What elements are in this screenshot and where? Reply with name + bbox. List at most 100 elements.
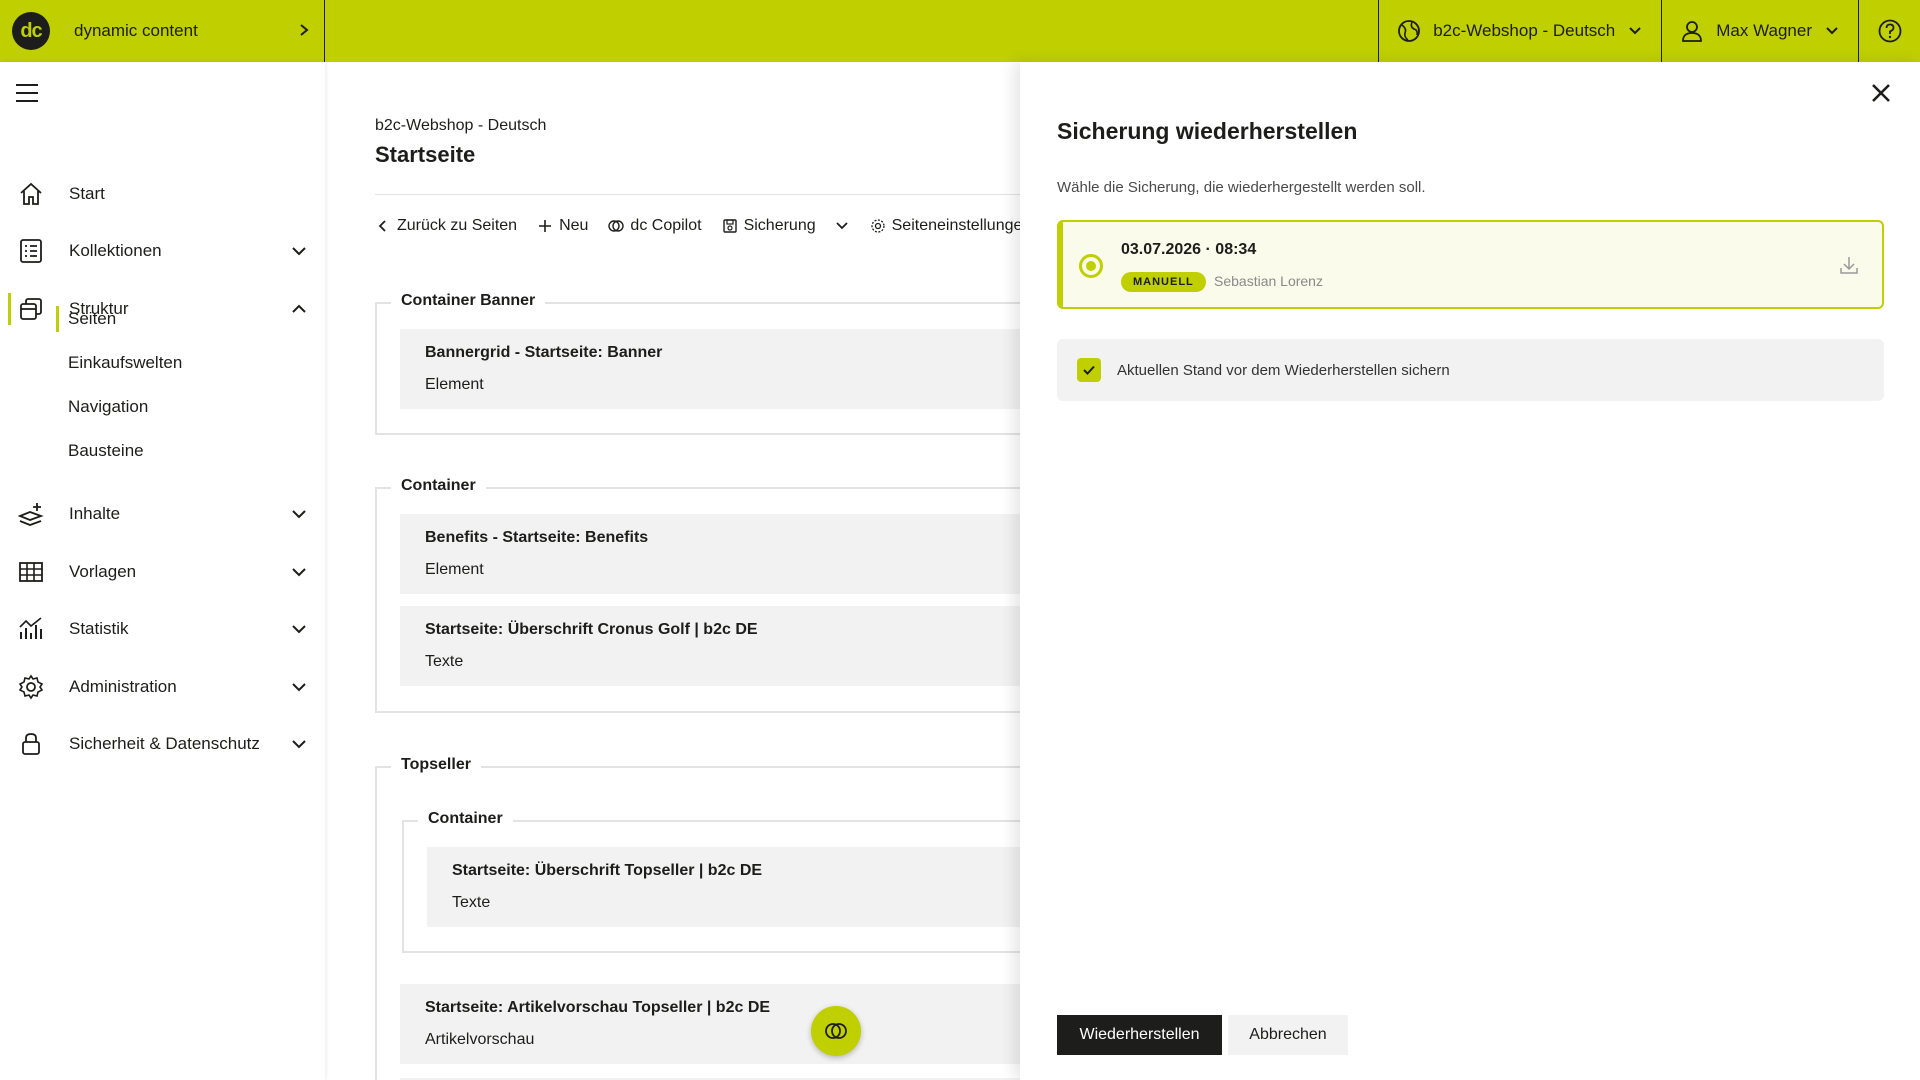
cancel-button[interactable]: Abbrechen bbox=[1228, 1015, 1348, 1055]
shop-name: b2c-Webshop - Deutsch bbox=[1433, 21, 1616, 40]
save-current-state-option[interactable]: Aktuellen Stand vor dem Wiederherstellen… bbox=[1057, 339, 1884, 401]
new-button[interactable]: Neu bbox=[537, 217, 588, 235]
card-title: Bannergrid - Startseite: Banner bbox=[425, 344, 663, 361]
sidebar-item-label: Sicherheit & Datenschutz bbox=[69, 734, 260, 753]
chevron-down-icon bbox=[292, 510, 306, 519]
chevron-down-icon bbox=[1826, 27, 1838, 35]
panel-title: Sicherung wiederherstellen bbox=[1057, 118, 1358, 144]
sidebar-subitem-bausteine[interactable]: Bausteine bbox=[68, 436, 144, 466]
backup-user: Sebastian Lorenz bbox=[1214, 273, 1323, 289]
grid-icon bbox=[19, 562, 43, 582]
section-legend: Topseller bbox=[391, 756, 481, 774]
page-toolbar: Zurück zu Seiten Neu dc Copilot Sicherun… bbox=[375, 217, 1020, 235]
gear-icon bbox=[870, 219, 885, 233]
card-title: Benefits - Startseite: Benefits bbox=[425, 529, 649, 546]
sidebar-subitem-einkaufswelten[interactable]: Einkaufswelten bbox=[68, 348, 182, 378]
sidebar-item-struktur[interactable]: Struktur bbox=[0, 287, 325, 331]
shop-selector[interactable]: b2c-Webshop - Deutsch bbox=[1378, 0, 1661, 62]
chevron-down-icon bbox=[292, 740, 306, 749]
chevron-down-icon bbox=[1629, 27, 1641, 35]
restore-backup-panel: Sicherung wiederherstellen Wähle die Sic… bbox=[1020, 62, 1920, 1080]
page-title: Startseite bbox=[375, 142, 476, 167]
sidebar-item-inhalte[interactable]: Inhalte bbox=[0, 492, 325, 536]
chart-icon bbox=[19, 617, 42, 639]
panel-subtitle: Wähle die Sicherung, die wiederhergestel… bbox=[1057, 179, 1426, 196]
backup-date: 03.07.2026 · 08:34 bbox=[1121, 241, 1257, 258]
backup-label: Sicherung bbox=[743, 217, 816, 234]
plus-icon bbox=[539, 220, 552, 232]
card-type: Texte bbox=[425, 653, 464, 670]
home-icon bbox=[20, 182, 42, 205]
restore-button[interactable]: Wiederherstellen bbox=[1057, 1015, 1222, 1055]
sidebar-item-kollektionen[interactable]: Kollektionen bbox=[0, 229, 325, 273]
sidebar-item-label: Vorlagen bbox=[69, 562, 137, 581]
section-legend: Container bbox=[391, 477, 486, 495]
user-icon bbox=[1682, 21, 1703, 42]
card-title: Startseite: Artikelvorschau Topseller | … bbox=[425, 999, 771, 1016]
breadcrumb[interactable]: b2c-Webshop - Deutsch bbox=[375, 117, 546, 135]
status-badge: MANUELL bbox=[1121, 272, 1206, 292]
menu-icon[interactable] bbox=[16, 84, 38, 108]
content-card[interactable]: Startseite: Überschrift Cronus Golf | b2… bbox=[400, 606, 1020, 686]
sidebar-item-label: Administration bbox=[69, 677, 177, 696]
sidebar-item-label: Inhalte bbox=[69, 504, 121, 523]
lock-icon bbox=[22, 733, 40, 755]
layers-icon bbox=[20, 298, 42, 320]
list-icon bbox=[20, 239, 42, 263]
sidebar-item-sicherheit[interactable]: Sicherheit & Datenschutz bbox=[0, 722, 325, 766]
sidebar-item-administration[interactable]: Administration bbox=[0, 665, 325, 709]
card-type: Element bbox=[425, 376, 484, 393]
brand-name: dynamic content bbox=[74, 21, 198, 40]
section-legend: Container bbox=[418, 810, 513, 828]
copilot-label: dc Copilot bbox=[630, 217, 702, 234]
sidebar-item-start[interactable]: Start bbox=[0, 172, 325, 216]
back-button[interactable]: Zurück zu Seiten bbox=[375, 217, 517, 235]
card-type: Artikelvorschau bbox=[425, 1031, 535, 1048]
sidebar-subitem-navigation[interactable]: Navigation bbox=[68, 392, 148, 422]
chevron-down-icon bbox=[835, 222, 848, 230]
content-card[interactable]: Startseite: Artikelvorschau Topseller | … bbox=[400, 984, 1020, 1064]
section-container-banner: Container Banner Bannergrid - Startseite… bbox=[375, 292, 1020, 435]
card-title: Startseite: Überschrift Cronus Golf | b2… bbox=[425, 621, 758, 638]
chevron-down-icon bbox=[292, 247, 306, 256]
save-current-checkbox[interactable] bbox=[1077, 358, 1101, 382]
copilot-icon bbox=[608, 220, 625, 232]
sidebar-item-statistik[interactable]: Statistik bbox=[0, 607, 325, 651]
chevron-down-icon bbox=[292, 568, 306, 577]
card-type: Element bbox=[425, 561, 484, 578]
sidebar-item-vorlagen[interactable]: Vorlagen bbox=[0, 550, 325, 594]
top-bar: dc dynamic content b2c-Webshop - Deutsch… bbox=[0, 0, 1920, 62]
save-icon bbox=[722, 219, 737, 233]
content-card[interactable]: Benefits - Startseite: Benefits Element bbox=[400, 514, 1020, 594]
page-settings-label: Seiteneinstellungen bbox=[891, 217, 1020, 234]
divider bbox=[375, 194, 1020, 195]
chevron-down-icon bbox=[292, 625, 306, 634]
page-settings-button[interactable]: Seiteneinstellungen bbox=[870, 217, 1020, 235]
close-icon[interactable] bbox=[1870, 82, 1892, 104]
content-card[interactable]: Bannergrid - Startseite: Banner Element bbox=[400, 329, 1020, 409]
help-button[interactable] bbox=[1858, 0, 1920, 62]
gear-icon bbox=[18, 674, 44, 700]
backup-button[interactable]: Sicherung bbox=[722, 217, 850, 235]
main-content: b2c-Webshop - Deutsch Startseite Zurück … bbox=[326, 62, 1020, 1080]
download-icon[interactable] bbox=[1838, 254, 1860, 276]
user-menu[interactable]: Max Wagner bbox=[1661, 0, 1858, 62]
brand-switcher[interactable]: dc dynamic content bbox=[0, 0, 325, 62]
sidebar-subitem-seiten[interactable]: Seiten bbox=[55, 304, 116, 334]
new-label: Neu bbox=[559, 217, 589, 234]
user-name: Max Wagner bbox=[1716, 21, 1812, 40]
chevron-right-icon bbox=[284, 21, 324, 42]
backup-option[interactable]: 03.07.2026 · 08:34 MANUELL Sebastian Lor… bbox=[1057, 220, 1884, 309]
backup-radio[interactable] bbox=[1079, 254, 1103, 278]
section-nested-container: Container Startseite: Überschrift Topsel… bbox=[402, 810, 1020, 953]
back-label: Zurück zu Seiten bbox=[397, 217, 518, 234]
sidebar: Start Kollektionen Struktur Seiten Einka… bbox=[0, 62, 325, 1080]
section-legend: Container Banner bbox=[391, 292, 546, 310]
chevron-down-icon bbox=[292, 683, 306, 692]
globe-icon bbox=[1398, 20, 1421, 42]
copilot-button[interactable]: dc Copilot bbox=[608, 217, 702, 235]
sidebar-item-label: Kollektionen bbox=[69, 241, 162, 260]
content-card[interactable]: Startseite: Überschrift Topseller | b2c … bbox=[427, 847, 1020, 927]
copilot-fab[interactable] bbox=[811, 1006, 861, 1056]
sidebar-item-label: Statistik bbox=[69, 619, 129, 638]
